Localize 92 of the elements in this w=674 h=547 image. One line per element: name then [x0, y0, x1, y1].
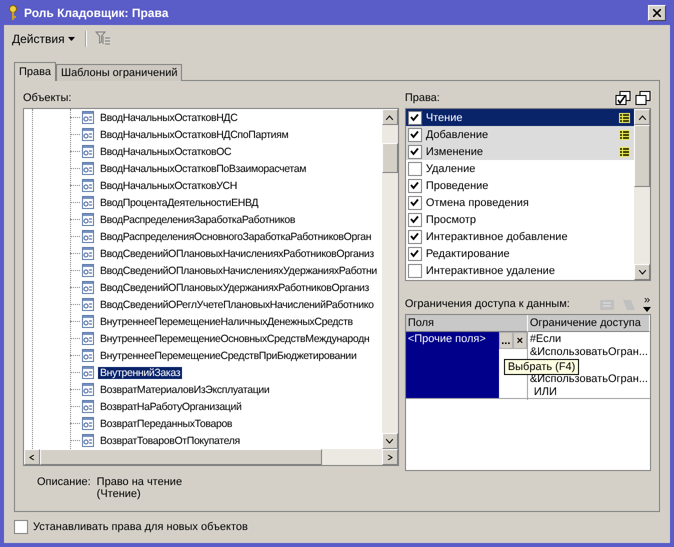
document-icon [82, 400, 94, 413]
caret-icon [68, 37, 75, 41]
rights-item[interactable]: Изменение [406, 143, 634, 160]
document-icon [82, 417, 94, 430]
tree-item[interactable]: ВнутреннееПеремещениеНаличныхДенежныхСредств [98, 316, 355, 328]
document-icon [82, 162, 94, 175]
tree-item[interactable]: ВводПроцентаДеятельностиЕНВД [98, 196, 260, 208]
tree-item[interactable]: ВозвратТоваровОтПокупателя [98, 434, 242, 446]
window-title: Роль Кладовщик: Права [24, 6, 170, 20]
scrollbar[interactable] [634, 109, 650, 280]
tree-item[interactable]: ВводНачальныхОстатковОС [98, 146, 234, 158]
tree-item[interactable]: ВводНачальныхОстатковНДС [98, 112, 240, 124]
document-icon [82, 196, 94, 209]
document-icon [82, 366, 94, 379]
condition-text: #Если [530, 333, 562, 346]
restrictions-label: Ограничения доступа к данным: [404, 297, 570, 312]
document-icon [82, 298, 94, 311]
column-header[interactable]: Ограничение доступа [528, 315, 650, 332]
tab[interactable]: Права [14, 62, 56, 81]
document-icon [82, 349, 94, 362]
rights-label: Права: [404, 91, 440, 106]
scroll-thumb[interactable] [634, 125, 650, 187]
condition-text: &ИспользоватьОгран... [530, 346, 648, 359]
tree-item[interactable]: ВводНачальныхОстатковПоВзаиморасчетам [98, 162, 308, 174]
list-icon [619, 130, 630, 140]
checkbox[interactable] [408, 144, 422, 158]
tree-item[interactable]: ВводСведенийОПлановыхНачисленияхРаботниковОрганиз [98, 248, 376, 260]
scroll-thumb[interactable] [382, 143, 398, 173]
document-icon [82, 264, 94, 277]
checkbox[interactable] [408, 196, 422, 210]
check-all-icon[interactable] [615, 91, 631, 106]
field-input[interactable]: <Прочие поля> [406, 332, 499, 398]
document-icon [82, 111, 94, 124]
checkbox[interactable] [408, 246, 422, 260]
filter-tree-icon[interactable] [94, 31, 111, 47]
tree-item[interactable]: ВнутреннееПеремещениеСредствПриБюджетировании [98, 350, 358, 362]
document-icon [82, 128, 94, 141]
choose-button[interactable]: ... [498, 332, 513, 349]
clear-button[interactable]: × [512, 332, 527, 349]
document-icon [82, 213, 94, 226]
tree-item[interactable]: ВводСведенийОПлановыхУдержанияхРаботниковОрганиз [98, 282, 372, 294]
condition-text: ИЛИ [532, 386, 558, 399]
tooltip: Выбрать (F4) [504, 359, 580, 375]
checkbox[interactable] [408, 264, 422, 278]
rights-item[interactable]: Добавление [406, 126, 634, 143]
list-icon [619, 146, 630, 156]
checkbox[interactable] [408, 230, 422, 244]
key-icon [8, 4, 18, 20]
description-label: Описание: [37, 476, 91, 490]
checkbox[interactable] [408, 178, 422, 192]
condition-text: &ИспользоватьОгран... [530, 373, 648, 386]
document-icon [82, 383, 94, 396]
tree-item[interactable]: ВозвратПереданныхТоваров [98, 418, 234, 430]
document-icon [82, 281, 94, 294]
caret-icon [643, 306, 651, 312]
tab[interactable]: Шаблоны ограничений [56, 64, 182, 81]
document-icon [82, 179, 94, 192]
document-icon [82, 247, 94, 260]
uncheck-all-icon[interactable] [635, 91, 651, 106]
checkbox[interactable] [408, 110, 422, 124]
more-button[interactable]: » [643, 296, 651, 314]
tree-item[interactable]: ВводСведенийОРеглУчетеПлановыхНачисленийРаботнико [98, 298, 376, 310]
checkbox[interactable] [14, 520, 28, 534]
tree-item[interactable]: ВводНачальныхОстатковУСН [98, 180, 239, 192]
tree-item[interactable]: ВнутреннийЗаказ [98, 366, 182, 378]
column-header[interactable]: Поля [406, 315, 528, 332]
checkbox[interactable] [408, 212, 422, 226]
document-icon [82, 315, 94, 328]
tree-item[interactable]: ВозвратМатериаловИзЭксплуатации [98, 384, 272, 396]
tree-item[interactable]: ВводРаспределенияЗаработкаРаботников [98, 214, 298, 226]
description-text: Право на чтение (Чтение) [96, 476, 182, 500]
checkbox[interactable] [408, 128, 422, 142]
rights-item[interactable]: Чтение [406, 109, 634, 126]
scroll-thumb[interactable] [40, 449, 322, 465]
horizontal-scrollbar[interactable] [24, 449, 398, 465]
actions-menu[interactable]: Действия [10, 32, 77, 46]
checkbox[interactable] [408, 162, 422, 176]
tree-item[interactable]: ВозвратНаРаботуОрганизаций [98, 400, 244, 412]
tree-item[interactable]: ВводРаспределенияОсновногоЗаработкаРаботниковОрган [98, 230, 374, 242]
close-button[interactable] [648, 4, 666, 20]
document-icon [82, 434, 94, 447]
tree-item[interactable]: ВнутреннееПеремещениеОсновныхСредствМеждународн [98, 332, 372, 344]
document-icon [82, 332, 94, 345]
scrollbar[interactable] [382, 109, 398, 449]
close-icon [653, 8, 661, 16]
document-icon [82, 230, 94, 243]
tree-item[interactable]: ВводНачальныхОстатковНДСпоПартиям [98, 128, 290, 140]
checkbox-label: Устанавливать права для новых объектов [33, 521, 248, 533]
objects-label: Объекты: [23, 91, 72, 106]
tree-item[interactable]: ВводСведенийОПлановыхНачисленияхУдержанияхРаботни [98, 264, 379, 276]
list-icon [619, 112, 630, 122]
document-icon [82, 145, 94, 158]
